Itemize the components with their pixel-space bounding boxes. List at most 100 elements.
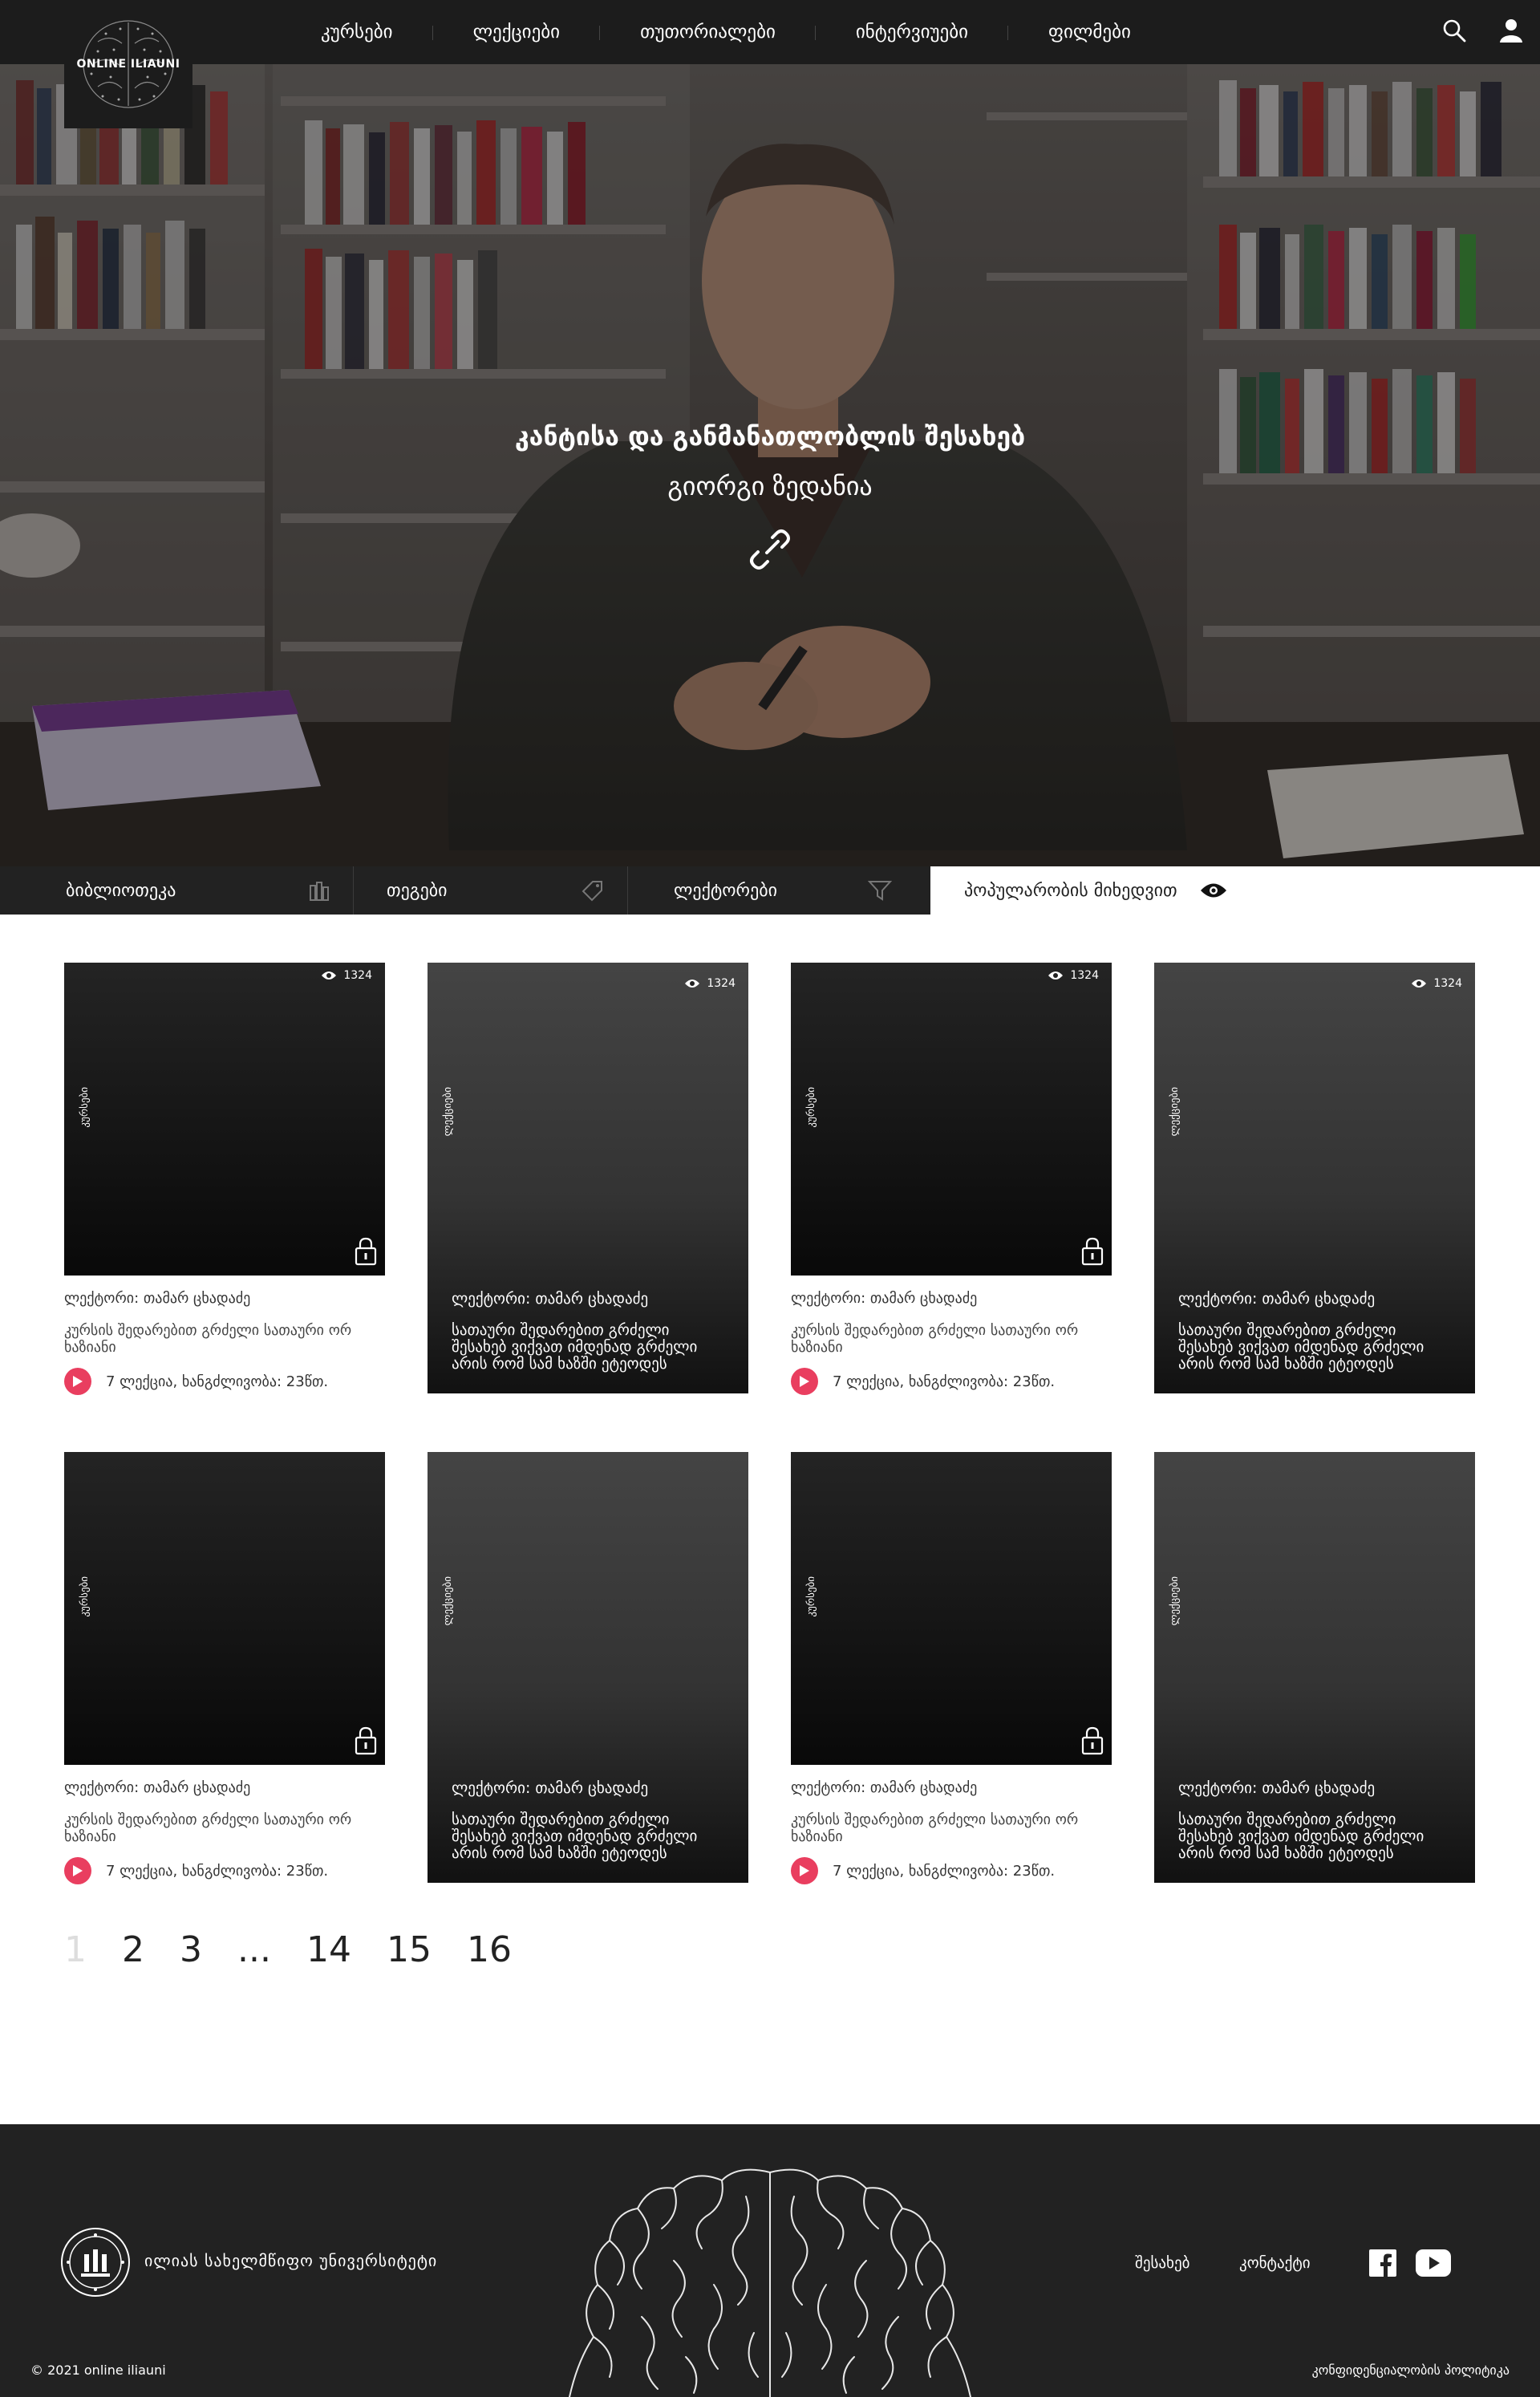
link-icon[interactable] <box>746 525 794 574</box>
card-thumbnail[interactable]: კურსები 1324 <box>64 963 385 1276</box>
card-thumbnail[interactable]: კურსები 1324 <box>791 963 1112 1276</box>
lock-icon <box>355 1726 377 1758</box>
page-16[interactable]: 16 <box>467 1929 512 1970</box>
filter-lecturers-label: ლექტორები <box>674 880 778 901</box>
nav-lectures[interactable]: ლექციები <box>433 0 601 64</box>
university-name[interactable]: ილიას სახელმწიფო უნივერსიტეტი <box>144 2251 437 2270</box>
eye-icon <box>322 971 337 979</box>
card-title[interactable]: კურსის შედარებით გრძელი სათაური ორ ხაზია… <box>64 1322 369 1356</box>
filter-bar-dark: ბიბლიოთეკა თეგები ლექტორები <box>0 866 930 915</box>
nav-films[interactable]: ფილმები <box>1008 0 1171 64</box>
search-icon[interactable] <box>1442 18 1466 46</box>
card-lecturer: ლექტორი: თამარ ცხადაძე <box>452 1779 649 1797</box>
lock-icon <box>1081 1726 1104 1758</box>
card-lecturer: ლექტორი: თამარ ცხადაძე <box>452 1290 649 1308</box>
card-title[interactable]: სათაური შედარებით გრძელი შესახებ ვიქვათ … <box>452 1322 716 1373</box>
card-category-label: კურსები <box>79 1576 91 1617</box>
university-logo[interactable] <box>60 2227 131 2298</box>
card-meta: 7 ლექცია, ხანგძლივობა: 23წთ. <box>791 1857 1055 1884</box>
footer-about-link[interactable]: შესახებ <box>1135 2254 1189 2272</box>
user-icon[interactable] <box>1498 18 1524 47</box>
card-lecturer: ლექტორი: თამარ ცხადაძე <box>1178 1290 1376 1308</box>
card-lecturer: ლექტორი: თამარ ცხადაძე <box>791 1290 978 1307</box>
card-meta: 7 ლექცია, ხანგძლივობა: 23წთ. <box>64 1857 328 1884</box>
lock-icon <box>1081 1237 1104 1269</box>
eye-icon <box>685 979 700 988</box>
card-title[interactable]: კურსის შედარებით გრძელი სათაური ორ ხაზია… <box>791 1322 1096 1356</box>
brain-outline-icon <box>569 2168 971 2397</box>
play-icon[interactable] <box>791 1857 818 1884</box>
card-category-label: კურსები <box>805 1576 817 1617</box>
card-title[interactable]: სათაური შედარებით გრძელი შესახებ ვიქვათ … <box>1178 1811 1443 1862</box>
page-3[interactable]: 3 <box>180 1929 202 1970</box>
filter-tags[interactable]: თეგები <box>387 866 448 915</box>
card-thumbnail[interactable]: ლექციები 1324 ლექტორი: თამარ ცხადაძე სათაურ… <box>1154 963 1475 1393</box>
footer-contact-link[interactable]: კონტაქტი <box>1239 2254 1311 2272</box>
tag-icon[interactable] <box>582 879 604 905</box>
logo-text: ONLINE ILIAUNI <box>76 58 180 71</box>
hero-banner[interactable]: კანტისა და განმანათლობლის შესახებ გიორგი… <box>0 64 1540 866</box>
card-thumbnail[interactable]: კურსები <box>791 1452 1112 1765</box>
page-ellipsis: ... <box>237 1929 271 1970</box>
page-15[interactable]: 15 <box>387 1929 432 1970</box>
view-count: 1324 <box>684 977 736 990</box>
eye-icon <box>1412 979 1427 988</box>
play-icon[interactable] <box>791 1368 818 1395</box>
view-count-value: 1324 <box>1433 977 1462 990</box>
lock-icon <box>355 1237 377 1269</box>
card-category-label: ლექციები <box>442 1087 454 1137</box>
card-thumbnail[interactable]: ლექციები 1324 ლექტორი: თამარ ცხადაძე სათაურ… <box>428 963 748 1393</box>
card-meta-text: 7 ლექცია, ხანგძლივობა: 23წთ. <box>833 1862 1056 1880</box>
card-meta-text: 7 ლექცია, ხანგძლივობა: 23წთ. <box>106 1373 329 1390</box>
hero-author[interactable]: გიორგი ზედანია <box>0 471 1540 501</box>
view-count: 1324 <box>321 969 372 982</box>
privacy-policy-link[interactable]: კონფიდენციალობის პოლიტიკა <box>1312 2363 1510 2378</box>
card-title[interactable]: სათაური შედარებით გრძელი შესახებ ვიქვათ … <box>452 1811 716 1862</box>
site-logo[interactable]: ONLINE ILIAUNI <box>64 0 192 128</box>
play-icon[interactable] <box>64 1368 91 1395</box>
youtube-icon[interactable] <box>1416 2249 1451 2280</box>
nav-tutorials[interactable]: თუთორიალები <box>600 0 816 64</box>
nav-interviews[interactable]: ინტერვიუები <box>816 0 1009 64</box>
filter-icon[interactable] <box>867 879 893 905</box>
facebook-icon[interactable] <box>1369 2249 1396 2280</box>
play-icon[interactable] <box>64 1857 91 1884</box>
card-title[interactable]: კურსის შედარებით გრძელი სათაური ორ ხაზია… <box>791 1811 1096 1845</box>
card-meta-text: 7 ლექცია, ხანგძლივობა: 23წთ. <box>106 1862 329 1880</box>
filter-tags-label: თეგები <box>387 880 448 901</box>
card-thumbnail[interactable]: ლექციები ლექტორი: თამარ ცხადაძე სათაური შე… <box>1154 1452 1475 1883</box>
hero-title[interactable]: კანტისა და განმანათლობლის შესახებ <box>0 421 1540 452</box>
page-14[interactable]: 14 <box>306 1929 351 1970</box>
view-count: 1324 <box>1411 977 1462 990</box>
card-meta-text: 7 ლექცია, ხანგძლივობა: 23წთ. <box>833 1373 1056 1390</box>
eye-icon <box>1200 882 1227 899</box>
card-lecturer: ლექტორი: თამარ ცხადაძე <box>791 1779 978 1796</box>
card-category-label: ლექციები <box>1169 1576 1181 1626</box>
page-1[interactable]: 1 <box>64 1929 87 1970</box>
view-count: 1324 <box>1048 969 1099 982</box>
main-nav: კურსები ლექციები თუთორიალები ინტერვიუები… <box>281 0 1171 64</box>
card-thumbnail[interactable]: ლექციები ლექტორი: თამარ ცხადაძე სათაური შე… <box>428 1452 748 1883</box>
filter-bar: ბიბლიოთეკა თეგები ლექტორები პოპულარობის … <box>0 866 1540 915</box>
view-count-value: 1324 <box>1070 969 1099 982</box>
library-icon[interactable] <box>309 879 330 905</box>
card-thumbnail[interactable]: კურსები <box>64 1452 385 1765</box>
sort-by-popularity[interactable]: პოპულარობის მიხედვით <box>930 866 1540 915</box>
nav-courses[interactable]: კურსები <box>281 0 433 64</box>
filter-lecturers[interactable]: ლექტორები <box>674 866 777 915</box>
card-category-label: კურსები <box>79 1087 91 1128</box>
view-count-value: 1324 <box>707 977 736 990</box>
card-lecturer: ლექტორი: თამარ ცხადაძე <box>64 1779 251 1796</box>
top-navigation-bar: კურსები ლექციები თუთორიალები ინტერვიუები… <box>0 0 1540 64</box>
copyright: © 2021 online iliauni <box>30 2363 166 2378</box>
filter-library[interactable]: ბიბლიოთეკა <box>66 866 176 915</box>
eye-icon <box>1048 971 1064 979</box>
card-meta: 7 ლექცია, ხანგძლივობა: 23წთ. <box>791 1368 1055 1395</box>
hero-dark-overlay <box>0 64 1540 866</box>
card-title[interactable]: კურსის შედარებით გრძელი სათაური ორ ხაზია… <box>64 1811 369 1845</box>
page-2[interactable]: 2 <box>122 1929 144 1970</box>
card-lecturer: ლექტორი: თამარ ცხადაძე <box>1178 1779 1376 1797</box>
card-category-label: კურსები <box>805 1087 817 1128</box>
card-title[interactable]: სათაური შედარებით გრძელი შესახებ ვიქვათ … <box>1178 1322 1443 1373</box>
sort-label: პოპულარობის მიხედვით <box>964 880 1177 901</box>
